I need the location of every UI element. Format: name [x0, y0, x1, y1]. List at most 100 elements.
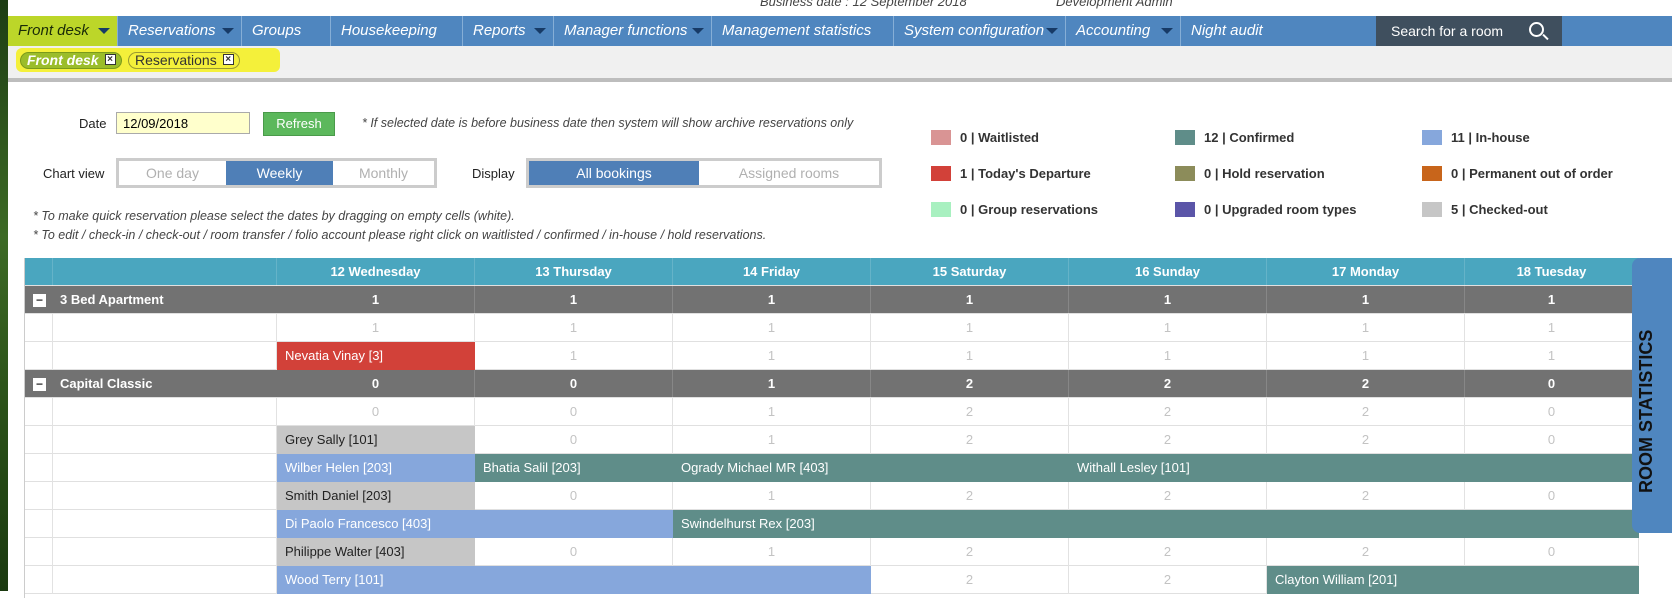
nav-night-audit[interactable]: Night audit	[1181, 16, 1376, 46]
nav-housekeeping[interactable]: Housekeeping	[331, 16, 463, 46]
empty-cell[interactable]: 1	[277, 314, 475, 342]
empty-cell[interactable]: 2	[1267, 482, 1465, 510]
empty-cell[interactable]: 1	[1465, 342, 1639, 370]
nav-groups[interactable]: Groups	[242, 16, 331, 46]
tab-reservations[interactable]: Reservations ×	[128, 52, 240, 69]
nav-manager-functions[interactable]: Manager functions	[554, 16, 712, 46]
booking-bar[interactable]: Philippe Walter [403]	[277, 538, 475, 566]
edit-note: * To edit / check-in / check-out / room …	[33, 228, 767, 242]
refresh-button[interactable]: Refresh	[263, 112, 335, 136]
booking-bar[interactable]: Swindelhurst Rex [203]	[673, 510, 1639, 538]
room-statistics-tab[interactable]: ROOM STATISTICS	[1632, 258, 1672, 533]
close-icon[interactable]: ×	[222, 54, 234, 65]
availability-count: 0	[277, 370, 475, 398]
empty-cell[interactable]: 1	[475, 314, 673, 342]
empty-cell[interactable]: 0	[475, 538, 673, 566]
room-search[interactable]: Search for a room	[1376, 16, 1562, 46]
empty-cell[interactable]: 1	[673, 538, 871, 566]
main-nav: Front desk Reservations Groups Housekeep…	[8, 16, 1672, 46]
empty-cell[interactable]: 1	[1267, 342, 1465, 370]
empty-cell[interactable]: 0	[475, 426, 673, 454]
empty-cell[interactable]: 0	[475, 482, 673, 510]
empty-cell[interactable]: 1	[1267, 314, 1465, 342]
empty-cell[interactable]: 2	[1069, 398, 1267, 426]
booking-bar[interactable]: Clayton William [201]	[1267, 566, 1639, 594]
room-row: Wilber Helen [203] Bhatia Salil [203] Og…	[25, 454, 1639, 482]
chart-view-weekly[interactable]: Weekly	[226, 161, 333, 185]
empty-cell[interactable]: 1	[1465, 314, 1639, 342]
empty-cell[interactable]: 1	[673, 342, 871, 370]
availability-count: 1	[1465, 286, 1639, 314]
availability-count: 2	[1069, 370, 1267, 398]
empty-cell[interactable]: 2	[871, 426, 1069, 454]
tab-front-desk[interactable]: Front desk ×	[20, 52, 122, 69]
display-assigned-rooms[interactable]: Assigned rooms	[699, 161, 879, 185]
legend-text: 0 | Upgraded room types	[1204, 202, 1357, 217]
nav-label: System configuration	[904, 22, 1045, 39]
availability-count: 2	[871, 370, 1069, 398]
empty-cell[interactable]: 1	[1069, 342, 1267, 370]
empty-cell[interactable]: 0	[475, 398, 673, 426]
room-type-name: 3 Bed Apartment	[60, 292, 164, 307]
empty-cell[interactable]: 1	[673, 426, 871, 454]
empty-cell[interactable]: 2	[1267, 538, 1465, 566]
empty-cell[interactable]: 2	[871, 566, 1069, 594]
empty-cell[interactable]: 1	[871, 314, 1069, 342]
empty-cell[interactable]: 2	[871, 538, 1069, 566]
nav-label: Night audit	[1191, 22, 1263, 39]
nav-management-statistics[interactable]: Management statistics	[712, 16, 894, 46]
booking-bar[interactable]: Wilber Helen [203]	[277, 454, 475, 482]
empty-cell[interactable]: 2	[871, 398, 1069, 426]
nav-accounting[interactable]: Accounting	[1066, 16, 1181, 46]
close-icon[interactable]: ×	[104, 54, 116, 65]
availability-count: 1	[673, 370, 871, 398]
booking-bar[interactable]: Di Paolo Francesco [403]	[277, 510, 673, 538]
display-all-bookings[interactable]: All bookings	[529, 161, 699, 185]
empty-cell[interactable]: 0	[1465, 482, 1639, 510]
empty-cell[interactable]: 0	[1465, 398, 1639, 426]
empty-cell[interactable]: 2	[1267, 398, 1465, 426]
empty-cell[interactable]: 2	[1069, 566, 1267, 594]
chevron-down-icon	[692, 28, 704, 34]
empty-cell[interactable]: 2	[1267, 426, 1465, 454]
nav-front-desk[interactable]: Front desk	[8, 16, 118, 46]
empty-cell[interactable]: 2	[1069, 538, 1267, 566]
collapse-icon[interactable]: −	[33, 294, 46, 307]
search-icon[interactable]	[1529, 22, 1544, 37]
booking-bar[interactable]: Withall Lesley [101]	[1069, 454, 1639, 482]
empty-cell[interactable]: 0	[277, 398, 475, 426]
nav-system-configuration[interactable]: System configuration	[894, 16, 1066, 46]
empty-cell[interactable]: 2	[871, 482, 1069, 510]
search-label: Search for a room	[1391, 23, 1504, 39]
empty-cell[interactable]: 0	[1465, 538, 1639, 566]
chart-view-monthly[interactable]: Monthly	[333, 161, 434, 185]
empty-cell[interactable]: 1	[673, 398, 871, 426]
chevron-down-icon	[98, 28, 110, 34]
booking-bar[interactable]: Wood Terry [101]	[277, 566, 871, 594]
empty-cell[interactable]: 0	[1465, 426, 1639, 454]
availability-count: 0	[475, 370, 673, 398]
booking-bar[interactable]: Grey Sally [101]	[277, 426, 475, 454]
empty-cell[interactable]: 1	[475, 342, 673, 370]
empty-cell[interactable]: 2	[1069, 426, 1267, 454]
legend-swatch	[1422, 130, 1442, 145]
nav-reports[interactable]: Reports	[463, 16, 554, 46]
tab-label: Front desk	[27, 52, 99, 68]
empty-cell[interactable]: 1	[673, 314, 871, 342]
empty-cell[interactable]: 1	[1069, 314, 1267, 342]
booking-bar[interactable]: Nevatia Vinay [3]	[277, 342, 475, 370]
legend-swatch	[931, 202, 951, 217]
legend-swatch	[1175, 130, 1195, 145]
chart-view-one-day[interactable]: One day	[119, 161, 226, 185]
booking-bar[interactable]: Smith Daniel [203]	[277, 482, 475, 510]
booking-bar[interactable]: Bhatia Salil [203]	[475, 454, 673, 482]
empty-cell[interactable]: 1	[871, 342, 1069, 370]
day-header: 14 Friday	[673, 258, 871, 286]
empty-cell[interactable]: 2	[1069, 482, 1267, 510]
empty-cell[interactable]: 1	[673, 482, 871, 510]
nav-reservations[interactable]: Reservations	[118, 16, 242, 46]
collapse-icon[interactable]: −	[33, 378, 46, 391]
booking-bar[interactable]: Ogrady Michael MR [403]	[673, 454, 1069, 482]
legend-text: 1 | Today's Departure	[960, 166, 1091, 181]
date-input[interactable]	[116, 112, 250, 134]
